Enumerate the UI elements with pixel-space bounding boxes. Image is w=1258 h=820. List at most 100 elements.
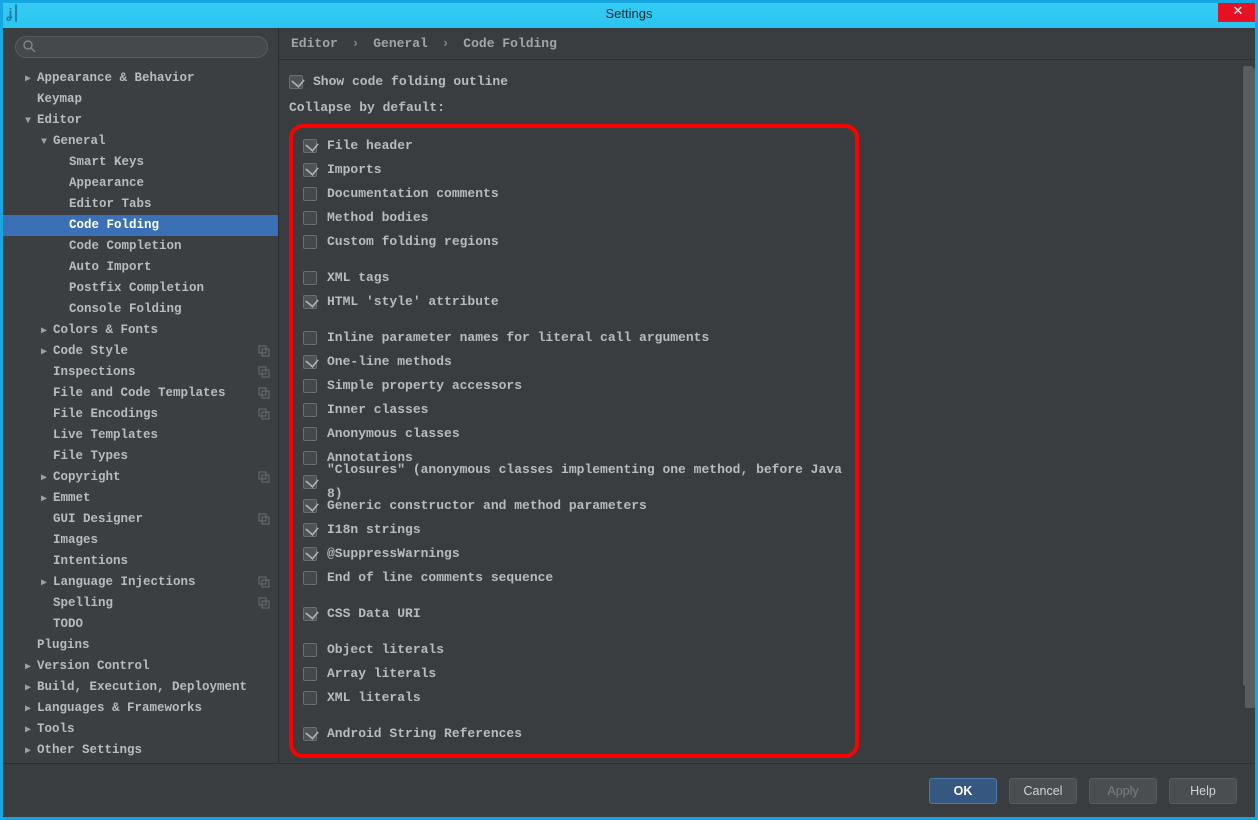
sidebar-item-code-completion[interactable]: Code Completion [3,236,278,257]
chevron-right-icon[interactable]: ▶ [23,678,33,699]
cancel-button[interactable]: Cancel [1009,778,1077,804]
sidebar-item-other-settings[interactable]: ▶Other Settings [3,740,278,761]
titlebar[interactable]: ʝ⎮ Settings ✕ [0,0,1258,28]
checkbox-icon[interactable] [303,667,317,681]
chevron-down-icon[interactable]: ▼ [23,111,33,132]
checkbox-icon[interactable] [303,643,317,657]
sidebar-item-colors-fonts[interactable]: ▶Colors & Fonts [3,320,278,341]
sidebar-item-smart-keys[interactable]: Smart Keys [3,152,278,173]
chevron-right-icon[interactable]: ▶ [23,720,33,741]
sidebar-item-intentions[interactable]: Intentions [3,551,278,572]
checkbox-icon[interactable] [303,355,317,369]
checkbox-icon[interactable] [303,607,317,621]
sidebar-item-postfix-completion[interactable]: Postfix Completion [3,278,278,299]
sidebar-item-todo[interactable]: TODO [3,614,278,635]
checkbox-icon[interactable] [289,75,303,89]
option-inner-classes[interactable]: Inner classes [303,398,845,422]
checkbox-icon[interactable] [303,547,317,561]
settings-tree[interactable]: ▶Appearance & BehaviorKeymap▼Editor▼Gene… [3,64,278,763]
chevron-right-icon[interactable]: ▶ [23,69,33,90]
option-imports[interactable]: Imports [303,158,845,182]
option-xml-tags[interactable]: XML tags [303,266,845,290]
sidebar-item-languages-frameworks[interactable]: ▶Languages & Frameworks [3,698,278,719]
sidebar-item-keymap[interactable]: Keymap [3,89,278,110]
sidebar-item-editor-tabs[interactable]: Editor Tabs [3,194,278,215]
option-simple-property-accessors[interactable]: Simple property accessors [303,374,845,398]
sidebar-item-editor[interactable]: ▼Editor [3,110,278,131]
checkbox-icon[interactable] [303,499,317,513]
checkbox-icon[interactable] [303,139,317,153]
sidebar-item-general[interactable]: ▼General [3,131,278,152]
checkbox-icon[interactable] [303,691,317,705]
option-custom-folding-regions[interactable]: Custom folding regions [303,230,845,254]
sidebar-item-copyright[interactable]: ▶Copyright [3,467,278,488]
sidebar-item-plugins[interactable]: Plugins [3,635,278,656]
sidebar-item-gui-designer[interactable]: GUI Designer [3,509,278,530]
option-end-of-line-comments-sequence[interactable]: End of line comments sequence [303,566,845,590]
sidebar-item-language-injections[interactable]: ▶Language Injections [3,572,278,593]
chevron-right-icon[interactable]: ▶ [39,468,49,489]
option-css-data-uri[interactable]: CSS Data URI [303,602,845,626]
sidebar-item-console-folding[interactable]: Console Folding [3,299,278,320]
sidebar-item-emmet[interactable]: ▶Emmet [3,488,278,509]
checkbox-icon[interactable] [303,571,317,585]
sidebar-item-file-and-code-templates[interactable]: File and Code Templates [3,383,278,404]
checkbox-icon[interactable] [303,427,317,441]
sidebar-item-live-templates[interactable]: Live Templates [3,425,278,446]
sidebar-item-file-types[interactable]: File Types [3,446,278,467]
search-input[interactable] [15,36,268,58]
chevron-down-icon[interactable]: ▼ [39,132,49,153]
chevron-right-icon[interactable]: ▶ [23,699,33,720]
chevron-right-icon[interactable]: ▶ [39,573,49,594]
checkbox-icon[interactable] [303,523,317,537]
option-suppresswarnings[interactable]: @SuppressWarnings [303,542,845,566]
option-i18n-strings[interactable]: I18n strings [303,518,845,542]
checkbox-icon[interactable] [303,163,317,177]
checkbox-icon[interactable] [303,271,317,285]
chevron-right-icon[interactable]: ▶ [23,741,33,762]
sidebar-item-tools[interactable]: ▶Tools [3,719,278,740]
option-one-line-methods[interactable]: One-line methods [303,350,845,374]
checkbox-icon[interactable] [303,403,317,417]
ok-button[interactable]: OK [929,778,997,804]
checkbox-icon[interactable] [303,475,317,489]
chevron-right-icon[interactable]: ▶ [39,489,49,510]
checkbox-icon[interactable] [303,379,317,393]
option-android-string-references[interactable]: Android String References [303,722,845,746]
sidebar-item-appearance-behavior[interactable]: ▶Appearance & Behavior [3,68,278,89]
sidebar-item-auto-import[interactable]: Auto Import [3,257,278,278]
checkbox-icon[interactable] [303,331,317,345]
checkbox-icon[interactable] [303,727,317,741]
checkbox-icon[interactable] [303,187,317,201]
checkbox-icon[interactable] [303,295,317,309]
checkbox-icon[interactable] [303,211,317,225]
close-button[interactable]: ✕ [1218,0,1258,22]
option-html-style-attribute[interactable]: HTML 'style' attribute [303,290,845,314]
chevron-right-icon[interactable]: ▶ [39,321,49,342]
checkbox-icon[interactable] [303,451,317,465]
sidebar-item-spelling[interactable]: Spelling [3,593,278,614]
option-inline-parameter-names-for-literal-call-arguments[interactable]: Inline parameter names for literal call … [303,326,845,350]
help-button[interactable]: Help [1169,778,1237,804]
sidebar-item-inspections[interactable]: Inspections [3,362,278,383]
option-documentation-comments[interactable]: Documentation comments [303,182,845,206]
option-closures-anonymous-classes-implementing-one-method-before-java-8[interactable]: "Closures" (anonymous classes implementi… [303,470,845,494]
apply-button[interactable]: Apply [1089,778,1157,804]
checkbox-icon[interactable] [303,235,317,249]
sidebar-item-code-style[interactable]: ▶Code Style [3,341,278,362]
content-scrollbar[interactable] [1243,66,1253,757]
chevron-right-icon[interactable]: ▶ [23,657,33,678]
sidebar-item-appearance[interactable]: Appearance [3,173,278,194]
option-anonymous-classes[interactable]: Anonymous classes [303,422,845,446]
option-array-literals[interactable]: Array literals [303,662,845,686]
option-file-header[interactable]: File header [303,134,845,158]
option-object-literals[interactable]: Object literals [303,638,845,662]
option-xml-literals[interactable]: XML literals [303,686,845,710]
sidebar-item-code-folding[interactable]: Code Folding [3,215,278,236]
sidebar-item-version-control[interactable]: ▶Version Control [3,656,278,677]
option-method-bodies[interactable]: Method bodies [303,206,845,230]
sidebar-item-images[interactable]: Images [3,530,278,551]
sidebar-item-file-encodings[interactable]: File Encodings [3,404,278,425]
sidebar-item-build-execution-deployment[interactable]: ▶Build, Execution, Deployment [3,677,278,698]
option-show-folding-outline[interactable]: Show code folding outline [289,70,1241,94]
